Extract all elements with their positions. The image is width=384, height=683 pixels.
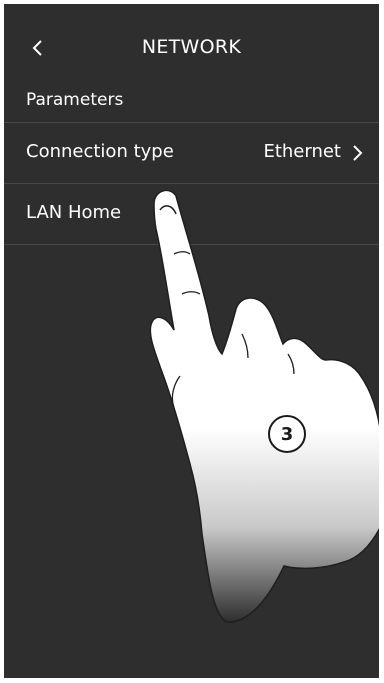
step-badge: 3 bbox=[268, 415, 306, 453]
connection-type-label: Connection type bbox=[26, 141, 174, 162]
chevron-right-icon bbox=[353, 145, 363, 161]
page-title: NETWORK bbox=[141, 36, 242, 58]
lan-home-label: LAN Home bbox=[26, 202, 122, 223]
divider bbox=[4, 244, 379, 245]
connection-type-value: Ethernet bbox=[263, 141, 341, 162]
connection-type-row[interactable]: Connection type Ethernet bbox=[4, 123, 379, 183]
header: NETWORK bbox=[4, 26, 379, 70]
network-screen: NETWORK Parameters Connection type Ether… bbox=[4, 4, 379, 678]
section-label: Parameters bbox=[26, 90, 124, 110]
lan-home-row[interactable]: LAN Home bbox=[4, 184, 379, 244]
